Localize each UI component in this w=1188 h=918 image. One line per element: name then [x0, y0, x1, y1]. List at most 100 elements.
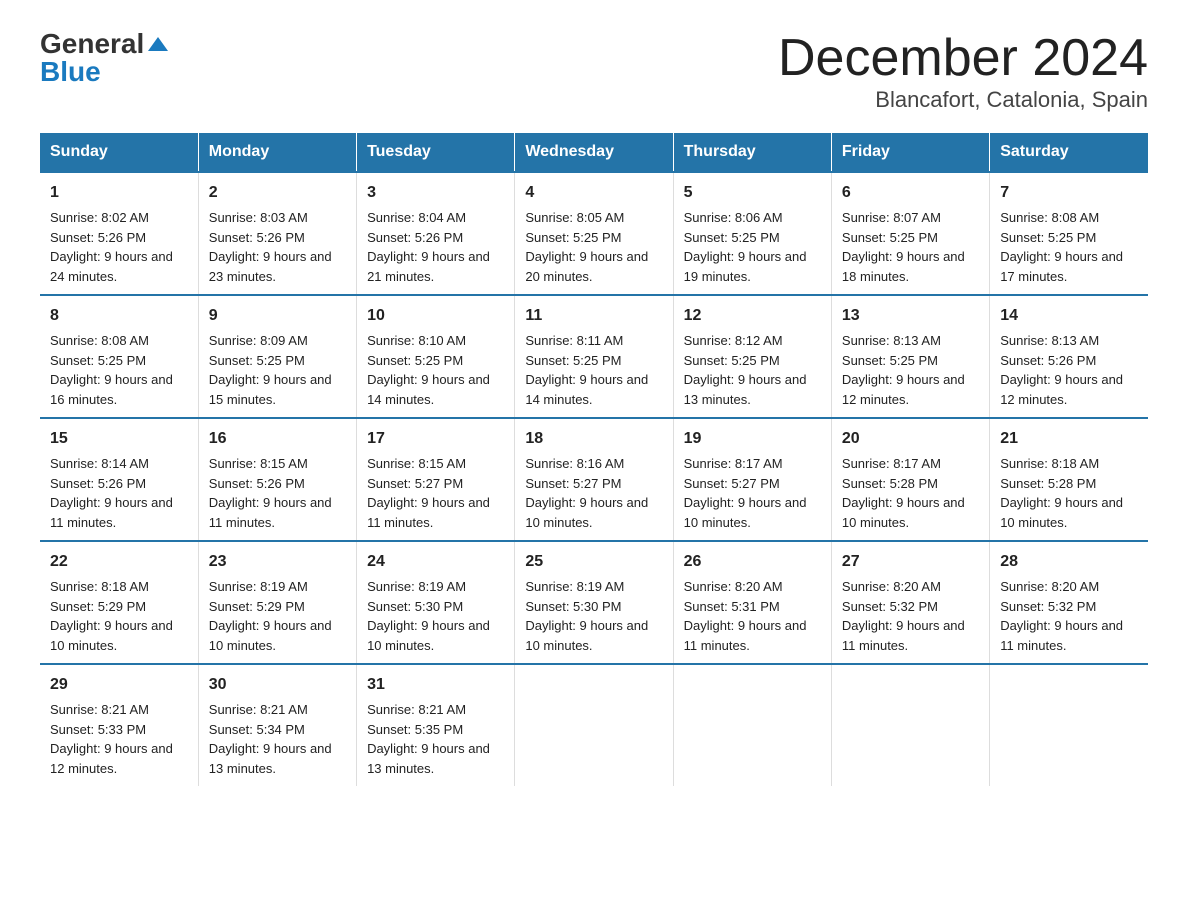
daylight-text: Daylight: 9 hours and 11 minutes. — [842, 618, 965, 653]
header-sunday: Sunday — [40, 133, 198, 172]
calendar-cell: 17Sunrise: 8:15 AMSunset: 5:27 PMDayligh… — [357, 418, 515, 541]
sunset-text: Sunset: 5:30 PM — [367, 599, 463, 614]
day-number: 17 — [367, 427, 504, 451]
calendar-cell: 4Sunrise: 8:05 AMSunset: 5:25 PMDaylight… — [515, 172, 673, 295]
sunset-text: Sunset: 5:26 PM — [50, 230, 146, 245]
daylight-text: Daylight: 9 hours and 19 minutes. — [684, 249, 807, 284]
logo-general-text: General — [40, 30, 144, 58]
sunset-text: Sunset: 5:27 PM — [525, 476, 621, 491]
sunset-text: Sunset: 5:31 PM — [684, 599, 780, 614]
day-number: 12 — [684, 304, 821, 328]
sunrise-text: Sunrise: 8:15 AM — [209, 456, 308, 471]
daylight-text: Daylight: 9 hours and 21 minutes. — [367, 249, 490, 284]
calendar-cell: 29Sunrise: 8:21 AMSunset: 5:33 PMDayligh… — [40, 664, 198, 786]
daylight-text: Daylight: 9 hours and 12 minutes. — [50, 741, 173, 776]
header-saturday: Saturday — [990, 133, 1148, 172]
sunset-text: Sunset: 5:25 PM — [367, 353, 463, 368]
calendar-cell: 14Sunrise: 8:13 AMSunset: 5:26 PMDayligh… — [990, 295, 1148, 418]
sunset-text: Sunset: 5:25 PM — [684, 230, 780, 245]
sunrise-text: Sunrise: 8:12 AM — [684, 333, 783, 348]
calendar-week-row: 22 Sunrise: 8:18 AM Sunset: 5:29 PM Dayligh… — [40, 541, 1148, 664]
sunset-text: Sunset: 5:25 PM — [525, 230, 621, 245]
sunset-text: Sunset: 5:26 PM — [209, 476, 305, 491]
daylight-text: Daylight: 9 hours and 10 minutes. — [525, 618, 648, 653]
sunrise-text: Sunrise: 8:08 AM — [1000, 210, 1099, 225]
calendar-cell: 10Sunrise: 8:10 AMSunset: 5:25 PMDayligh… — [357, 295, 515, 418]
sunset-text: Sunset: 5:25 PM — [525, 353, 621, 368]
sunset-text: Sunset: 5:25 PM — [842, 353, 938, 368]
calendar-cell: 5Sunrise: 8:06 AMSunset: 5:25 PMDaylight… — [673, 172, 831, 295]
location-title: Blancafort, Catalonia, Spain — [778, 87, 1148, 113]
calendar-cell: 28Sunrise: 8:20 AMSunset: 5:32 PMDayligh… — [990, 541, 1148, 664]
day-number: 30 — [209, 673, 346, 697]
day-number: 4 — [525, 181, 662, 205]
calendar-cell: 31Sunrise: 8:21 AMSunset: 5:35 PMDayligh… — [357, 664, 515, 786]
sunset-text: Sunset: 5:27 PM — [367, 476, 463, 491]
calendar-cell — [831, 664, 989, 786]
daylight-text: Daylight: 9 hours and 10 minutes. — [842, 495, 965, 530]
daylight-text: Daylight: 9 hours and 12 minutes. — [1000, 372, 1123, 407]
calendar-cell: 30Sunrise: 8:21 AMSunset: 5:34 PMDayligh… — [198, 664, 356, 786]
day-number: 2 — [209, 181, 346, 205]
daylight-text: Daylight: 9 hours and 17 minutes. — [1000, 249, 1123, 284]
sunset-text: Sunset: 5:26 PM — [1000, 353, 1096, 368]
daylight-text: Daylight: 9 hours and 15 minutes. — [209, 372, 332, 407]
day-number: 22 — [50, 550, 188, 574]
sunrise-text: Sunrise: 8:21 AM — [209, 702, 308, 717]
day-number: 20 — [842, 427, 979, 451]
sunset-text: Sunset: 5:29 PM — [209, 599, 305, 614]
month-title: December 2024 — [778, 30, 1148, 87]
calendar-week-row: 1 Sunrise: 8:02 AM Sunset: 5:26 PM Daylight… — [40, 172, 1148, 295]
daylight-text: Daylight: 9 hours and 14 minutes. — [525, 372, 648, 407]
sunrise-text: Sunrise: 8:14 AM — [50, 456, 149, 471]
daylight-text: Daylight: 9 hours and 10 minutes. — [525, 495, 648, 530]
calendar-cell: 3Sunrise: 8:04 AMSunset: 5:26 PMDaylight… — [357, 172, 515, 295]
sunset-text: Sunset: 5:26 PM — [50, 476, 146, 491]
day-number: 14 — [1000, 304, 1138, 328]
calendar-cell: 19Sunrise: 8:17 AMSunset: 5:27 PMDayligh… — [673, 418, 831, 541]
title-block: December 2024 Blancafort, Catalonia, Spa… — [778, 30, 1148, 113]
header-monday: Monday — [198, 133, 356, 172]
day-number: 21 — [1000, 427, 1138, 451]
sunrise-text: Sunrise: 8:05 AM — [525, 210, 624, 225]
sunset-text: Sunset: 5:25 PM — [1000, 230, 1096, 245]
header-friday: Friday — [831, 133, 989, 172]
sunrise-text: Sunrise: 8:18 AM — [50, 579, 149, 594]
page-header: General Blue December 2024 Blancafort, C… — [40, 30, 1148, 113]
sunrise-text: Sunrise: 8:02 AM — [50, 210, 149, 225]
sunrise-text: Sunrise: 8:08 AM — [50, 333, 149, 348]
sunrise-text: Sunrise: 8:20 AM — [842, 579, 941, 594]
sunset-text: Sunset: 5:30 PM — [525, 599, 621, 614]
day-number: 8 — [50, 304, 188, 328]
header-thursday: Thursday — [673, 133, 831, 172]
calendar-cell: 2Sunrise: 8:03 AMSunset: 5:26 PMDaylight… — [198, 172, 356, 295]
daylight-text: Daylight: 9 hours and 11 minutes. — [50, 495, 173, 530]
calendar-week-row: 29 Sunrise: 8:21 AM Sunset: 5:33 PM Dayligh… — [40, 664, 1148, 786]
day-number: 16 — [209, 427, 346, 451]
sunrise-text: Sunrise: 8:19 AM — [209, 579, 308, 594]
day-number: 10 — [367, 304, 504, 328]
calendar-cell: 23Sunrise: 8:19 AMSunset: 5:29 PMDayligh… — [198, 541, 356, 664]
logo: General Blue — [40, 30, 168, 86]
sunset-text: Sunset: 5:25 PM — [209, 353, 305, 368]
sunrise-text: Sunrise: 8:09 AM — [209, 333, 308, 348]
day-number: 15 — [50, 427, 188, 451]
sunset-text: Sunset: 5:32 PM — [1000, 599, 1096, 614]
calendar-cell: 25Sunrise: 8:19 AMSunset: 5:30 PMDayligh… — [515, 541, 673, 664]
sunrise-text: Sunrise: 8:03 AM — [209, 210, 308, 225]
daylight-text: Daylight: 9 hours and 10 minutes. — [50, 618, 173, 653]
sunset-text: Sunset: 5:33 PM — [50, 722, 146, 737]
day-number: 1 — [50, 181, 188, 205]
daylight-text: Daylight: 9 hours and 10 minutes. — [1000, 495, 1123, 530]
sunrise-text: Sunrise: 8:20 AM — [1000, 579, 1099, 594]
sunrise-text: Sunrise: 8:20 AM — [684, 579, 783, 594]
day-number: 6 — [842, 181, 979, 205]
day-number: 29 — [50, 673, 188, 697]
sunset-text: Sunset: 5:28 PM — [842, 476, 938, 491]
calendar-cell: 8Sunrise: 8:08 AMSunset: 5:25 PMDaylight… — [40, 295, 198, 418]
calendar-cell: 9Sunrise: 8:09 AMSunset: 5:25 PMDaylight… — [198, 295, 356, 418]
sunset-text: Sunset: 5:27 PM — [684, 476, 780, 491]
day-number: 24 — [367, 550, 504, 574]
calendar-cell: 12Sunrise: 8:12 AMSunset: 5:25 PMDayligh… — [673, 295, 831, 418]
sunrise-text: Sunrise: 8:10 AM — [367, 333, 466, 348]
